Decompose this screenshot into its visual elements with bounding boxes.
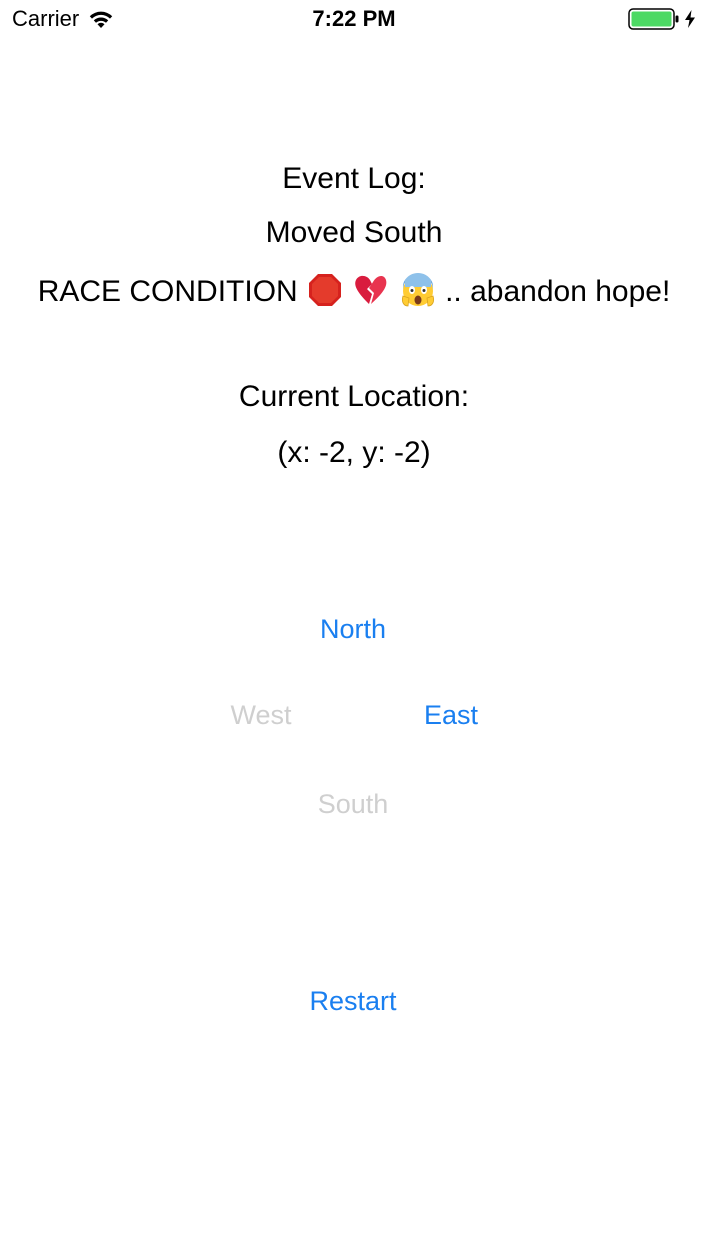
abandon-hope-text: .. abandon hope!: [445, 275, 671, 308]
north-button[interactable]: North: [303, 614, 403, 645]
app-screen: Carrier 7:22 PM Event Log: Moved South R…: [0, 0, 708, 1260]
status-bar: Carrier 7:22 PM: [0, 0, 708, 40]
stop-sign-emoji: [309, 274, 342, 306]
battery-group: [628, 8, 696, 30]
event-log-entry: Moved South: [265, 216, 443, 249]
status-time: 7:22 PM: [312, 6, 396, 31]
restart-button[interactable]: Restart: [293, 986, 413, 1017]
battery-icon: [628, 8, 679, 30]
south-button[interactable]: South: [303, 789, 403, 820]
screaming-face-emoji: [401, 272, 434, 307]
east-button[interactable]: East: [401, 700, 501, 731]
charging-bolt-icon: [685, 10, 695, 28]
event-log-heading: Event Log:: [282, 162, 426, 195]
west-button[interactable]: West: [211, 700, 311, 731]
current-location-value: (x: -2, y: -2): [277, 436, 431, 469]
current-location-heading: Current Location:: [238, 380, 470, 413]
event-log-entry-race-condition: RACE CONDITION .. abandon hope!: [0, 272, 708, 309]
race-condition-text: RACE CONDITION: [37, 275, 298, 308]
broken-heart-emoji: [355, 275, 387, 304]
